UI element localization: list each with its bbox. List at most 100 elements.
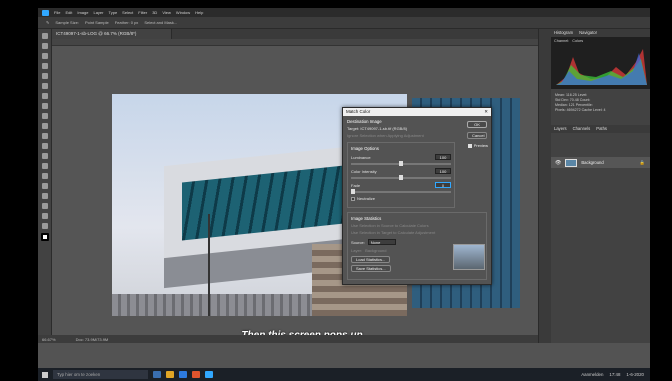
lasso-tool-icon[interactable] [41, 53, 48, 59]
dialog-title-bar: Match Color ✕ [343, 108, 491, 116]
color-intensity-slider-thumb[interactable] [399, 175, 403, 180]
select-and-mask-button[interactable]: Select and Mask... [144, 20, 177, 25]
use-selection-source-checkbox[interactable]: Use Selection in Source to Calculate Col… [351, 223, 483, 228]
clone-stamp-tool-icon[interactable] [41, 113, 48, 119]
image-options-heading: Image Options [351, 146, 379, 151]
shape-tool-icon[interactable] [41, 203, 48, 209]
use-selection-target-checkbox[interactable]: Use Selection in Target to Calculate Adj… [351, 230, 483, 235]
clock-time[interactable]: 17:48 [609, 372, 620, 377]
fade-input[interactable]: 0 [435, 182, 451, 188]
lock-icon: 🔒 [639, 159, 645, 165]
menu-bar: File Edit Image Layer Type Select Filter… [38, 8, 650, 17]
tray-label[interactable]: Aanmelden [581, 372, 603, 377]
tools-panel [38, 29, 52, 335]
mail-icon[interactable] [179, 371, 187, 378]
layer-row-background[interactable]: 👁 Background 🔒 [551, 157, 650, 168]
layer-thumbnail [565, 158, 578, 167]
sample-size-label: Sample Size: [55, 20, 79, 25]
healing-tool-icon[interactable] [41, 93, 48, 99]
ok-button[interactable]: OK [467, 121, 487, 128]
menu-file[interactable]: File [54, 10, 60, 15]
type-tool-icon[interactable] [41, 183, 48, 189]
move-tool-icon[interactable] [41, 33, 48, 39]
tab-channels[interactable]: Channels [573, 126, 591, 132]
brush-tool-icon[interactable] [41, 103, 48, 109]
eye-icon[interactable]: 👁 [555, 160, 561, 166]
load-statistics-button[interactable]: Load Statistics... [351, 256, 391, 263]
menu-help[interactable]: Help [195, 10, 203, 15]
neutralize-checkbox[interactable] [351, 196, 355, 201]
right-panels: Histogram Navigator Channel: Colors Mean… [538, 29, 650, 343]
color-intensity-input[interactable]: 100 [435, 168, 451, 174]
eyedropper-icon[interactable]: ✎ [46, 20, 49, 25]
neutralize-row: Neutralize [351, 196, 451, 201]
quick-select-tool-icon[interactable] [41, 63, 48, 69]
fade-slider[interactable] [351, 189, 451, 194]
marquee-tool-icon[interactable] [41, 43, 48, 49]
file-explorer-icon[interactable] [166, 371, 174, 378]
layer-select[interactable]: Background [365, 248, 386, 253]
menu-view[interactable]: View [162, 10, 171, 15]
menu-3d[interactable]: 3D [152, 10, 157, 15]
color-swatches-icon[interactable] [40, 233, 49, 241]
preview-checkbox[interactable] [467, 143, 472, 148]
system-tray: Aanmelden 17:48 1-6-2020 [581, 372, 650, 377]
hand-tool-icon[interactable] [41, 213, 48, 219]
tab-histogram[interactable]: Histogram [554, 30, 573, 36]
feather-field[interactable]: Feather: 0 px [115, 20, 139, 25]
source-preview-thumbnail [453, 244, 485, 270]
taskbar-search[interactable]: Typ hier om te zoeken [53, 370, 148, 379]
zoom-level[interactable]: 66.67% [42, 337, 56, 342]
dodge-tool-icon[interactable] [41, 163, 48, 169]
menu-image[interactable]: Image [77, 10, 88, 15]
neutralize-label: Neutralize [357, 196, 376, 201]
channel-label: Channel: [554, 39, 570, 43]
cancel-button[interactable]: Cancel [467, 132, 487, 139]
channel-row: Channel: Colors [554, 39, 583, 43]
canvas-area[interactable]: Match Color ✕ Destination Image Target: … [52, 46, 538, 341]
photoshop-logo-icon [42, 9, 49, 16]
eraser-tool-icon[interactable] [41, 133, 48, 139]
history-brush-tool-icon[interactable] [41, 123, 48, 129]
browser-icon[interactable] [192, 371, 200, 378]
doc-size: Doc: 73.9M/73.9M [75, 337, 109, 342]
photoshop-taskbar-icon[interactable] [205, 371, 213, 378]
menu-filter[interactable]: Filter [138, 10, 147, 15]
menu-select[interactable]: Select [122, 10, 133, 15]
lamp-post [208, 214, 210, 316]
tab-paths[interactable]: Paths [596, 126, 607, 132]
blur-tool-icon[interactable] [41, 153, 48, 159]
save-statistics-button[interactable]: Save Statistics... [351, 265, 391, 272]
tab-navigator[interactable]: Navigator [579, 30, 597, 36]
ignore-selection-checkbox[interactable]: Ignore Selection when Applying Adjustmen… [347, 133, 487, 138]
eyedropper-tool-icon[interactable] [41, 83, 48, 89]
pen-tool-icon[interactable] [41, 173, 48, 179]
source-select[interactable]: None [367, 239, 396, 245]
zoom-tool-icon[interactable] [41, 223, 48, 229]
fade-label: Fade [351, 182, 361, 188]
sample-size-select[interactable]: Point Sample [85, 20, 109, 25]
channel-select[interactable]: Colors [572, 39, 583, 43]
luminance-slider-thumb[interactable] [399, 161, 403, 166]
luminance-input[interactable]: 100 [435, 154, 451, 160]
gradient-tool-icon[interactable] [41, 143, 48, 149]
task-view-icon[interactable] [153, 371, 161, 378]
color-intensity-slider[interactable] [351, 175, 451, 180]
document-tab[interactable]: ICT49097-1-sb-LOG @ 66.7% (RGB/8*) [52, 29, 172, 39]
crop-tool-icon[interactable] [41, 73, 48, 79]
path-select-tool-icon[interactable] [41, 193, 48, 199]
close-icon[interactable]: ✕ [484, 109, 488, 115]
stadium-structure [112, 294, 312, 316]
image-options-section: Image Options Luminance 100 Color Intens… [347, 142, 455, 208]
fade-slider-thumb[interactable] [351, 189, 355, 194]
menu-layer[interactable]: Layer [93, 10, 103, 15]
color-intensity-label: Color Intensity [351, 168, 377, 174]
menu-window[interactable]: Window [176, 10, 190, 15]
luminance-slider[interactable] [351, 161, 451, 166]
menu-edit[interactable]: Edit [65, 10, 72, 15]
tab-layers[interactable]: Layers [554, 126, 567, 132]
clock-date[interactable]: 1-6-2020 [626, 372, 644, 377]
menu-type[interactable]: Type [109, 10, 118, 15]
destination-heading: Destination Image [347, 119, 382, 124]
windows-start-icon[interactable] [42, 371, 48, 378]
